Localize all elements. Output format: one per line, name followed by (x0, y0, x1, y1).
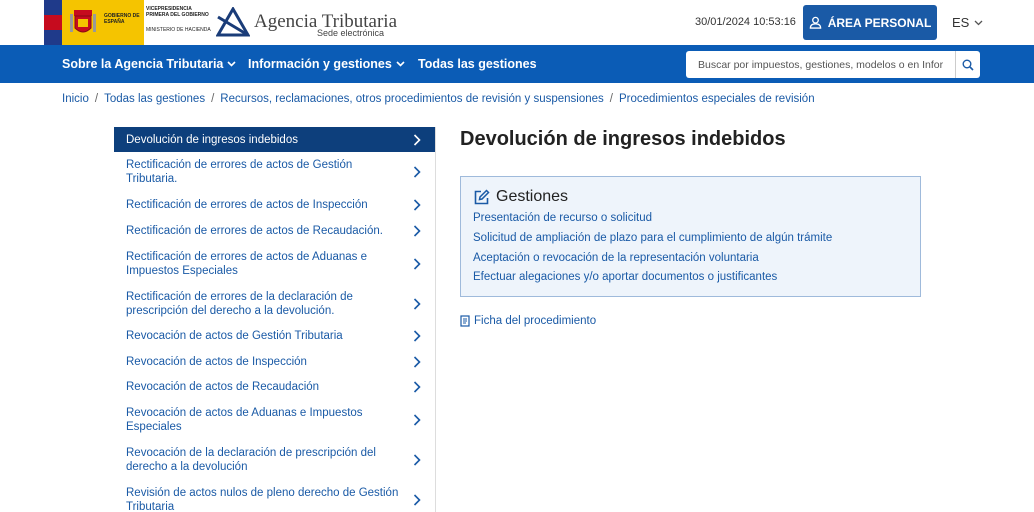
sidebar-item[interactable]: Revocación de actos de Recaudación (114, 374, 435, 400)
sidebar-item[interactable]: Revocación de actos de Gestión Tributari… (114, 323, 435, 349)
chevron-right-icon (413, 224, 421, 237)
breadcrumb-separator: / (94, 93, 99, 105)
main-nav: Sobre la Agencia Tributaria Información … (0, 45, 1034, 83)
chevron-right-icon (413, 330, 421, 342)
gestion-link[interactable]: Presentación de recurso o solicitud (473, 212, 652, 224)
chevron-down-icon (396, 61, 405, 67)
edit-icon (474, 188, 490, 204)
flag-icon (44, 0, 62, 45)
sidebar-item-label: Devolución de ingresos indebidos (126, 133, 298, 146)
breadcrumb-item[interactable]: Recursos, reclamaciones, otros procedimi… (220, 93, 604, 105)
breadcrumb-item[interactable]: Procedimientos especiales de revisión (619, 93, 815, 105)
gestion-link[interactable]: Efectuar alegaciones y/o aportar documen… (473, 271, 777, 283)
sidebar-item-label: Rectificación de errores de actos de Rec… (126, 224, 383, 237)
chevron-right-icon (413, 297, 421, 310)
chevron-right-icon (413, 199, 421, 211)
gestiones-heading-label: Gestiones (496, 188, 569, 205)
area-personal-button[interactable]: ÁREA PERSONAL (803, 5, 937, 40)
gov-text-3: MINISTERIO DE HACIENDA (146, 27, 211, 33)
ficha-procedimiento-link[interactable]: Ficha del procedimiento (460, 315, 596, 327)
header: GOBIERNO DE ESPAÑA VICEPRESIDENCIA PRIME… (0, 0, 1034, 45)
chevron-right-icon (413, 355, 421, 368)
user-icon (809, 16, 821, 29)
sidebar-item-label: Rectificación de errores de la declaraci… (126, 290, 353, 317)
sidebar-item[interactable]: Rectificación de errores de actos de Ges… (114, 152, 435, 192)
search-input[interactable] (686, 51, 955, 78)
sidebar-item-devolucion[interactable]: Devolución de ingresos indebidos (114, 127, 435, 152)
sidebar-item-label: Revocación de actos de Inspección (126, 355, 307, 368)
sidebar-item-label: Revisión de actos nulos de pleno derecho… (126, 487, 399, 512)
ministry-block: VICEPRESIDENCIA PRIMERA DEL GOBIERNO MIN… (144, 0, 211, 45)
nav-informacion-gestiones[interactable]: Información y gestiones (248, 57, 405, 71)
chevron-right-icon (413, 381, 421, 393)
agency-subtitle: Sede electrónica (317, 28, 385, 38)
sidebar-item-label: Rectificación de errores de actos de Ins… (126, 199, 368, 211)
chevron-right-icon (413, 494, 421, 506)
gestiones-heading: Gestiones (473, 188, 568, 206)
page-title: Devolución de ingresos indebidos (460, 128, 786, 150)
chevron-right-icon (413, 257, 421, 270)
nav-todas-gestiones[interactable]: Todas las gestiones (418, 57, 537, 71)
ficha-label: Ficha del procedimiento (474, 315, 597, 327)
breadcrumb-item[interactable]: Inicio (62, 93, 89, 105)
language-label: ES (952, 15, 970, 30)
datetime: 30/01/2024 10:53:16 (695, 16, 796, 28)
chevron-right-icon (413, 414, 421, 426)
sidebar-item[interactable]: Rectificación de errores de actos de Rec… (114, 218, 435, 243)
breadcrumb: Inicio / Todas las gestiones / Recursos,… (62, 93, 815, 105)
nav-item-label: Información y gestiones (248, 57, 392, 71)
sidebar-item[interactable]: Revisión de actos nulos de pleno derecho… (114, 480, 435, 512)
nav-item-label: Todas las gestiones (418, 57, 537, 71)
nav-sobre-agencia[interactable]: Sobre la Agencia Tributaria (62, 57, 236, 71)
sidebar-item[interactable]: Revocación de actos de Aduanas e Impuest… (114, 400, 435, 440)
breadcrumb-separator: / (609, 93, 613, 105)
sidebar-item-label: Revocación de actos de Gestión Tributari… (126, 330, 343, 342)
chevron-right-icon (413, 166, 421, 178)
agencia-tributaria-logo-icon[interactable] (216, 7, 250, 37)
language-selector[interactable]: ES (952, 15, 983, 30)
search-box (686, 51, 980, 78)
gestion-link[interactable]: Aceptación o revocación de la representa… (473, 252, 759, 264)
sidebar: Devolución de ingresos indebidos Rectifi… (114, 127, 436, 512)
nav-item-label: Sobre la Agencia Tributaria (62, 57, 224, 71)
search-button[interactable] (955, 51, 980, 78)
sidebar-item[interactable]: Revocación de la declaración de prescrip… (114, 440, 435, 480)
chevron-down-icon (227, 61, 236, 67)
coat-of-arms-icon (70, 10, 96, 33)
sidebar-item[interactable]: Revocación de actos de Inspección (114, 349, 435, 374)
sidebar-item[interactable]: Rectificación de errores de la declaraci… (114, 284, 435, 323)
search-icon (962, 59, 974, 71)
area-personal-label: ÁREA PERSONAL (827, 15, 932, 30)
sidebar-item-label: Revocación de actos de Aduanas e Impuest… (126, 407, 363, 433)
chevron-down-icon (974, 20, 983, 25)
gov-text-1: GOBIERNO DE ESPAÑA (104, 13, 140, 25)
document-icon (460, 315, 470, 327)
gestiones-panel: Gestiones Presentación de recurso o soli… (460, 176, 921, 297)
sidebar-item-label: Revocación de la declaración de prescrip… (126, 447, 376, 473)
gobierno-logo[interactable]: GOBIERNO DE ESPAÑA VICEPRESIDENCIA PRIME… (44, 0, 211, 45)
chevron-right-icon (413, 454, 421, 466)
gestion-link[interactable]: Solicitud de ampliación de plazo para el… (473, 232, 832, 244)
gov-text-2: VICEPRESIDENCIA PRIMERA DEL GOBIERNO (146, 6, 209, 18)
sidebar-item-label: Rectificación de errores de actos de Adu… (126, 250, 368, 277)
sidebar-item[interactable]: Rectificación de errores de actos de Adu… (114, 243, 435, 284)
breadcrumb-separator: / (211, 93, 215, 105)
sidebar-item-label: Rectificación de errores de actos de Ges… (126, 159, 353, 185)
sidebar-item-label: Revocación de actos de Recaudación (126, 381, 320, 393)
sidebar-item[interactable]: Rectificación de errores de actos de Ins… (114, 192, 435, 218)
chevron-right-icon (413, 133, 421, 146)
breadcrumb-item[interactable]: Todas las gestiones (104, 93, 205, 105)
